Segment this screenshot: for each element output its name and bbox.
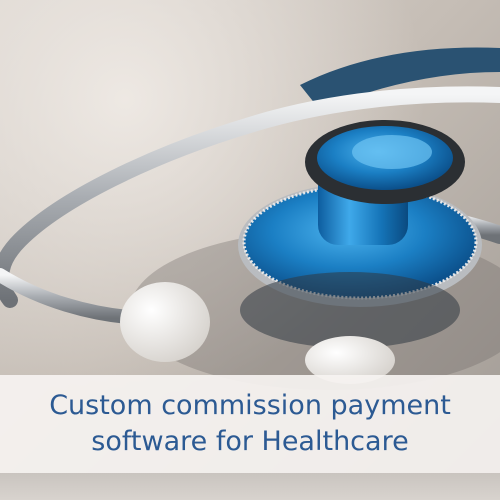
promo-card: Custom commission payment software for H…	[0, 0, 500, 500]
caption-line-2: software for Healthcare	[91, 426, 409, 457]
caption-banner: Custom commission payment software for H…	[0, 375, 500, 473]
caption-line-1: Custom commission payment	[49, 390, 451, 421]
bottom-image-strip	[0, 473, 500, 500]
